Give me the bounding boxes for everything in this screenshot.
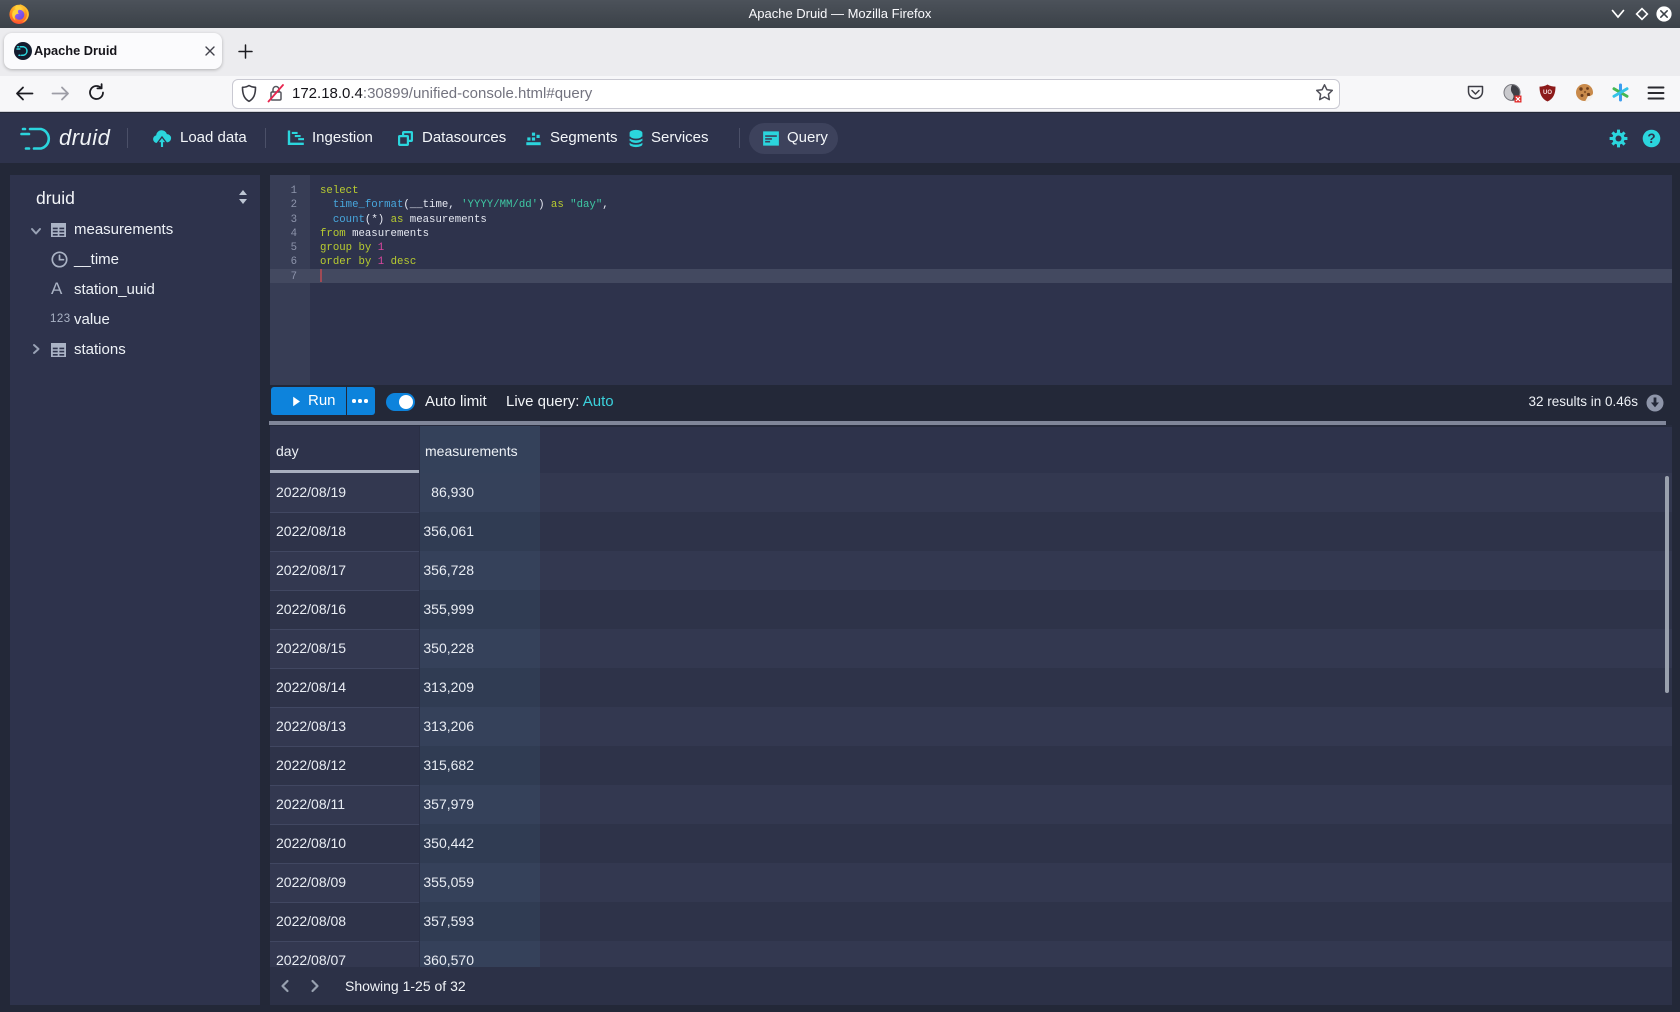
svg-text:UO: UO [1543, 90, 1552, 96]
svg-text:?: ? [1647, 131, 1655, 146]
